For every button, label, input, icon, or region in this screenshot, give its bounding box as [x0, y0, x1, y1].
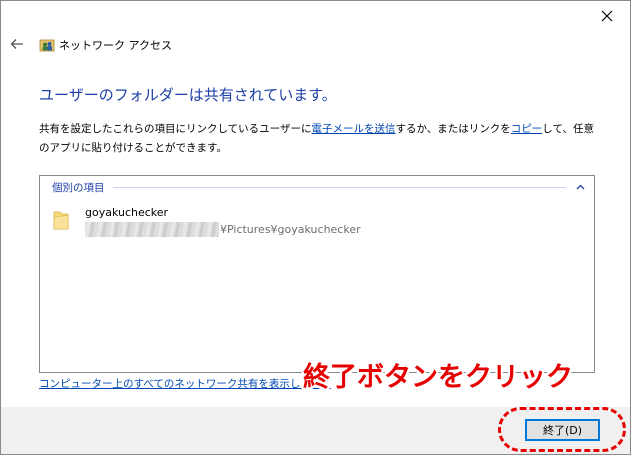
show-all-network-shares-link[interactable]: コンピューター上のすべてのネットワーク共有を表示します。 — [39, 376, 331, 391]
chevron-up-icon — [576, 184, 584, 190]
close-icon — [601, 10, 613, 22]
description-text: 共有を設定したこれらの項目にリンクしているユーザーに電子メールを送信するか、また… — [39, 120, 599, 158]
item-name: goyakuchecker — [85, 206, 169, 219]
back-button[interactable] — [7, 34, 27, 54]
group-header[interactable]: 個別の項目 — [52, 180, 586, 194]
copy-link[interactable]: コピー — [511, 123, 543, 135]
annotation-callout: 終了ボタンをクリック — [303, 362, 573, 393]
item-path-suffix: ¥Pictures¥goyakuchecker — [220, 222, 361, 236]
send-email-link[interactable]: 電子メールを送信 — [311, 123, 395, 135]
back-arrow-icon — [10, 39, 23, 49]
description-part-1: 共有を設定したこれらの項目にリンクしているユーザーに — [39, 123, 312, 135]
folder-icon — [53, 211, 69, 230]
item-path: ¥Pictures¥goyakuchecker — [85, 221, 361, 237]
description-part-2: するか、またはリンクを — [395, 123, 511, 135]
network-users-icon — [39, 39, 55, 52]
redacted-path-block — [85, 221, 219, 237]
group-label: 個別の項目 — [52, 181, 105, 194]
group-divider — [112, 186, 566, 188]
page-heading: ユーザーのフォルダーは共有されています。 — [39, 86, 337, 104]
window-title: ネットワーク アクセス — [59, 39, 172, 52]
close-button[interactable] — [584, 1, 630, 31]
network-access-dialog: ネットワーク アクセス ユーザーのフォルダーは共有されています。 共有を設定した… — [0, 0, 631, 455]
group-collapse-button[interactable] — [574, 181, 586, 193]
finish-button[interactable]: 終了(D) — [525, 419, 600, 441]
shared-items-list[interactable]: 個別の項目 goyakuchecker ¥Pictures¥goyakuchec… — [39, 175, 595, 373]
